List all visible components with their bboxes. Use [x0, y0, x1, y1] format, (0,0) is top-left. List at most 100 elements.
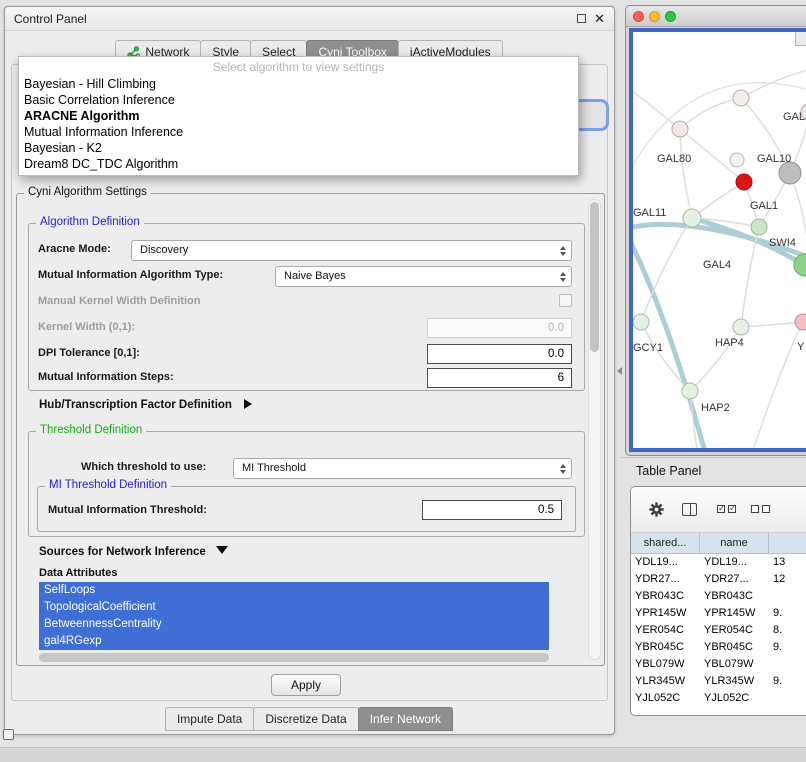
- table-row[interactable]: YER054CYER054C8.: [631, 622, 806, 639]
- network-window-titlebar[interactable]: [626, 6, 806, 27]
- network-edge[interactable]: [633, 90, 680, 129]
- hub-definition-toggle[interactable]: Hub/Transcription Factor Definition: [39, 399, 252, 411]
- tab-discretize-data[interactable]: Discretize Data: [253, 707, 358, 731]
- column-header-name[interactable]: name: [700, 533, 769, 553]
- table-row[interactable]: YJL052CYJL052C: [631, 690, 806, 707]
- network-node[interactable]: [633, 314, 649, 330]
- network-node[interactable]: [794, 254, 806, 276]
- mi-type-label: Mutual Information Algorithm Type:: [38, 269, 223, 281]
- data-attribute-item[interactable]: BetweennessCentrality: [39, 616, 549, 633]
- network-node-label: GCY1: [633, 342, 663, 354]
- data-attribute-item[interactable]: SelfLoops: [39, 582, 549, 599]
- zoom-traffic-light-icon[interactable]: [665, 11, 676, 22]
- network-edge[interactable]: [753, 322, 803, 450]
- settings-group-title: Cyni Algorithm Settings: [24, 186, 151, 198]
- network-canvas[interactable]: GALGAL80GAL10GAL11GAL1SWI4GAL4GCY1HAP4YH…: [633, 32, 806, 450]
- table-panel-title: Table Panel: [636, 464, 701, 478]
- tab-infer-network[interactable]: Infer Network: [358, 707, 453, 731]
- mi-threshold-field[interactable]: [422, 500, 562, 520]
- select-all-icon[interactable]: [717, 505, 739, 523]
- combo-arrows-icon: [560, 464, 566, 474]
- select-columns-icon[interactable]: [682, 503, 697, 516]
- network-node[interactable]: [795, 314, 806, 330]
- hub-definition-label: Hub/Transcription Factor Definition: [39, 399, 232, 411]
- tab-label: Infer Network: [370, 712, 441, 726]
- settings-scrollbar[interactable]: [588, 199, 601, 660]
- algorithm-option[interactable]: Dream8 DC_TDC Algorithm: [19, 156, 578, 172]
- minimize-traffic-light-icon[interactable]: [649, 11, 660, 22]
- table-cell: YBR045C: [700, 639, 769, 656]
- table-toolbar: [631, 487, 806, 533]
- table-cell: YDR27...: [700, 571, 769, 588]
- network-node[interactable]: [751, 219, 767, 235]
- deselect-all-icon[interactable]: [751, 505, 773, 523]
- algorithm-option[interactable]: Bayesian - Hill Climbing: [19, 76, 578, 92]
- dpi-tolerance-field[interactable]: [427, 344, 572, 364]
- network-node-label: GAL10: [757, 153, 791, 165]
- which-threshold-combobox[interactable]: MI Threshold: [233, 458, 572, 479]
- mi-type-combobox[interactable]: Naive Bayes: [275, 266, 572, 287]
- network-edge[interactable]: [741, 70, 806, 98]
- table-row[interactable]: YPR145WYPR145W9.: [631, 605, 806, 622]
- table-cell: YBR045C: [631, 639, 700, 656]
- network-node-label: Y: [797, 341, 805, 353]
- table-row[interactable]: YDL19...YDL19...13: [631, 554, 806, 571]
- aracne-mode-label: Aracne Mode:: [38, 243, 111, 255]
- algorithm-option[interactable]: ARACNE Algorithm: [19, 108, 578, 124]
- network-node[interactable]: [779, 162, 801, 184]
- close-icon[interactable]: ✕: [594, 13, 605, 24]
- scrollbar-corner: [795, 32, 806, 46]
- table-cell: [769, 690, 806, 707]
- table-row[interactable]: YBR043CYBR043C: [631, 588, 806, 605]
- table-row[interactable]: YBL079WYBL079W: [631, 656, 806, 673]
- algorithm-option[interactable]: Basic Correlation Inference: [19, 92, 578, 108]
- network-node[interactable]: [730, 153, 744, 167]
- table-cell: YPR145W: [631, 605, 700, 622]
- table-cell: YBR043C: [631, 588, 700, 605]
- aracne-mode-combobox[interactable]: Discovery: [131, 240, 572, 261]
- threshold-definition-title: Threshold Definition: [36, 424, 146, 436]
- table-cell: 8.: [769, 622, 806, 639]
- network-node[interactable]: [733, 90, 749, 106]
- network-node-label: SWI4: [769, 237, 796, 249]
- network-node[interactable]: [672, 121, 688, 137]
- table-cell: YDL19...: [631, 554, 700, 571]
- network-canvas-area[interactable]: GALGAL80GAL10GAL11GAL1SWI4GAL4GCY1HAP4YH…: [629, 28, 806, 452]
- splitpane-collapse-icon[interactable]: [617, 367, 622, 375]
- table-row[interactable]: YDR27...YDR27...12: [631, 571, 806, 588]
- kernel-width-label: Kernel Width (0,1):: [38, 321, 135, 333]
- network-node[interactable]: [736, 174, 752, 190]
- sources-toggle[interactable]: Sources for Network Inference: [39, 546, 228, 558]
- network-node[interactable]: [733, 319, 749, 335]
- close-traffic-light-icon[interactable]: [633, 11, 644, 22]
- manual-kernel-checkbox[interactable]: [559, 294, 572, 307]
- network-edge[interactable]: [680, 129, 692, 218]
- table-cell: YER054C: [631, 622, 700, 639]
- table-header: shared... name: [631, 533, 806, 554]
- network-node-label: HAP2: [701, 402, 730, 414]
- tab-impute-data[interactable]: Impute Data: [165, 707, 254, 731]
- network-edge[interactable]: [741, 322, 803, 327]
- algorithm-definition-group: Algorithm Definition Aracne Mode: Discov…: [28, 223, 585, 391]
- table-row[interactable]: YLR345WYLR345W9.: [631, 673, 806, 690]
- column-header-shared-name[interactable]: shared...: [631, 533, 700, 553]
- data-attributes-label: Data Attributes: [39, 567, 117, 579]
- data-attribute-item[interactable]: TopologicalCoefficient: [39, 599, 549, 616]
- network-node[interactable]: [682, 383, 698, 399]
- column-header-extra[interactable]: [769, 533, 806, 553]
- mi-steps-field[interactable]: [427, 368, 572, 388]
- float-window-icon[interactable]: [577, 14, 586, 23]
- table-cell: 13: [769, 554, 806, 571]
- minimized-panel-icon[interactable]: [3, 729, 14, 740]
- scrollbar-thumb[interactable]: [590, 202, 599, 352]
- network-edge[interactable]: [641, 218, 692, 322]
- table-cell: YJL052C: [631, 690, 700, 707]
- attributes-hscrollbar[interactable]: [39, 653, 549, 662]
- algorithm-option[interactable]: Mutual Information Inference: [19, 124, 578, 140]
- algorithm-option[interactable]: Bayesian - K2: [19, 140, 578, 156]
- gear-icon[interactable]: [648, 501, 665, 518]
- table-row[interactable]: YBR045CYBR045C9.: [631, 639, 806, 656]
- network-node[interactable]: [683, 209, 701, 227]
- data-attribute-item[interactable]: gal4RGexp: [39, 633, 549, 650]
- network-node-label: GAL80: [657, 153, 691, 165]
